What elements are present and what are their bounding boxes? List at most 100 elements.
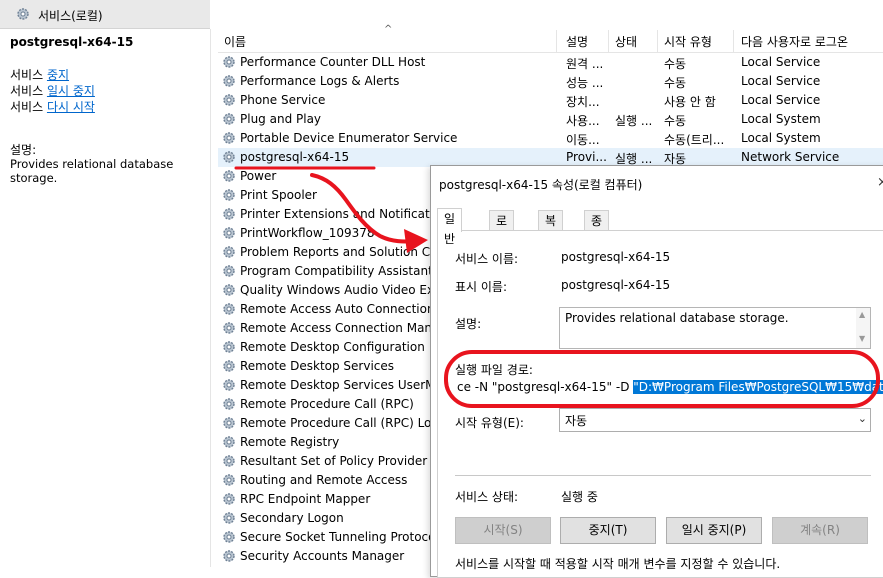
column-header-name[interactable]: 이름 [224,33,246,50]
start-parameters-note: 서비스를 시작할 때 적용할 시작 매개 변수를 지정할 수 있습니다. [455,557,781,571]
description-textbox[interactable]: Provides relational database storage. ▲ … [559,307,871,349]
service-name-cell: Remote Desktop Services UserMod [240,378,451,392]
service-name-cell: Remote Procedure Call (RPC) Locat [240,416,451,430]
resume-button[interactable]: 계속(R) [772,517,868,544]
stop-button[interactable]: 중지(T) [560,517,656,544]
service-name-cell: Plug and Play [240,112,322,126]
service-gear-icon [222,397,236,411]
service-name-cell: Secondary Logon [240,511,344,525]
startup-type-select[interactable]: 자동 ⌄ [559,408,871,432]
divider [455,475,871,476]
service-name-cell: Routing and Remote Access [240,473,408,487]
service-gear-icon [222,245,236,259]
column-header-description[interactable]: 설명 [566,33,588,50]
column-separator[interactable] [657,30,658,52]
scroll-down-icon[interactable]: ▼ [859,334,865,343]
service-name-cell: Print Spooler [240,188,317,202]
pause-button[interactable]: 일시 중지(P) [666,517,762,544]
service-gear-icon [222,473,236,487]
tab-log-on[interactable]: 로그온 [489,210,515,268]
action-restart: 서비스 다시 시작 [10,99,95,115]
service-name-cell: Phone Service [240,93,326,107]
exe-path-field[interactable]: ce -N "postgresql-x64-15" -D "D:₩Program… [457,380,883,394]
chevron-down-icon: ⌄ [857,412,867,425]
service-gear-icon [222,492,236,506]
service-name-cell: Remote Registry [240,435,340,449]
display-name-value: postgresql-x64-15 [561,278,671,292]
service-logon-cell: Local System [741,131,821,145]
column-header-status[interactable]: 상태 [615,33,637,50]
service-gear-icon [222,131,236,145]
service-gear-icon [222,511,236,525]
service-gear-icon [222,549,236,563]
tab-general[interactable]: 일반 [437,208,463,246]
description-label: 설명: [10,143,37,157]
service-status-cell: 실행 ... [615,114,653,128]
description-value: Provides relational database storage. [565,311,789,325]
pause-service-link[interactable]: 일시 중지 [47,84,95,98]
exe-path-prefix: ce -N "postgresql-x64-15" -D [457,380,634,394]
description-label: 설명: [455,317,482,331]
dialog-title: postgresql-x64-15 속성(로컬 컴퓨터) [439,178,643,192]
service-name-cell: Remote Procedure Call (RPC) [240,397,414,411]
action-stop: 서비스 중지 [10,67,95,83]
close-icon[interactable]: × [877,175,883,190]
startup-type-label: 시작 유형(E): [455,416,524,430]
service-name-cell: Remote Desktop Configuration [240,340,425,354]
action-prefix: 서비스 [10,84,47,98]
service-name-cell: Power [240,169,277,183]
table-row[interactable]: Portable Device Enumerator Service 이동... 수… [218,129,883,148]
service-description-cell: Provi... [566,150,607,164]
service-gear-icon [222,283,236,297]
column-separator[interactable] [556,30,557,52]
service-gear-icon [222,454,236,468]
table-row[interactable]: Plug and Play 사용... 실행 ... 수동 Local System [218,110,883,129]
scroll-up-icon[interactable]: ▲ [859,310,865,319]
service-startup-cell: 수동 [664,57,687,71]
table-row[interactable]: Phone Service 장치... 사용 안 함 Local Service [218,91,883,110]
console-tree-header[interactable]: 서비스(로컬) [0,0,210,29]
description-scrollbar[interactable]: ▲ ▼ [856,308,870,348]
exe-path-label: 실행 파일 경로: [455,363,533,377]
service-name-cell: Portable Device Enumerator Service [240,131,458,145]
column-separator[interactable] [733,30,734,52]
general-tab-panel: 서비스 이름: postgresql-x64-15 표시 이름: postgre… [437,230,883,578]
service-name-cell: PrintWorkflow_109378 [240,226,375,240]
service-description-cell: 이동... [566,133,600,147]
service-name-value: postgresql-x64-15 [561,250,671,264]
service-name-cell: Remote Access Auto Connection M [240,302,449,316]
service-name-cell: Remote Access Connection Manage [240,321,455,335]
service-name-cell: Remote Desktop Services [240,359,395,373]
restart-service-link[interactable]: 다시 시작 [47,100,95,114]
service-gear-icon [222,188,236,202]
start-button[interactable]: 시작(S) [455,517,551,544]
service-gear-icon [222,435,236,449]
column-header-startup-type[interactable]: 시작 유형 [664,33,712,50]
service-startup-cell: 사용 안 함 [664,95,716,109]
column-header-log-on-as[interactable]: 다음 사용자로 로그온 [741,33,848,50]
service-actions: 서비스 중지 서비스 일시 중지 서비스 다시 시작 [10,67,95,115]
tab-dependencies[interactable]: 종속성 [584,210,610,268]
service-description-cell: 사용... [566,114,600,128]
service-name-cell: Printer Extensions and Notifications [240,207,455,221]
service-name-cell: Performance Counter DLL Host [240,55,426,69]
service-name-cell: Problem Reports and Solution Con [240,245,446,259]
action-prefix: 서비스 [10,100,47,114]
action-prefix: 서비스 [10,68,47,82]
service-status-value: 실행 중 [561,490,598,504]
service-name-label: 서비스 이름: [455,252,519,266]
service-name-cell: Quality Windows Audio Video Expe [240,283,450,297]
services-list-header: ^ 이름 설명 상태 시작 유형 다음 사용자로 로그온 [218,24,883,53]
service-gear-icon [222,93,236,107]
column-separator[interactable] [608,30,609,52]
service-logon-cell: Local Service [741,55,821,69]
service-name-cell: Secure Socket Tunneling Protocol S [240,530,451,544]
service-gear-icon [222,226,236,240]
table-row[interactable]: Performance Logs & Alerts 성능 ... 수동 Local S… [218,72,883,91]
stop-service-link[interactable]: 중지 [47,68,69,82]
table-row[interactable]: Performance Counter DLL Host 원격 ... 수동 Loca… [218,53,883,72]
service-description-cell: 장치... [566,95,600,109]
tab-recovery[interactable]: 복구 [538,210,564,248]
service-name-cell: RPC Endpoint Mapper [240,492,371,506]
display-name-label: 표시 이름: [455,280,508,294]
